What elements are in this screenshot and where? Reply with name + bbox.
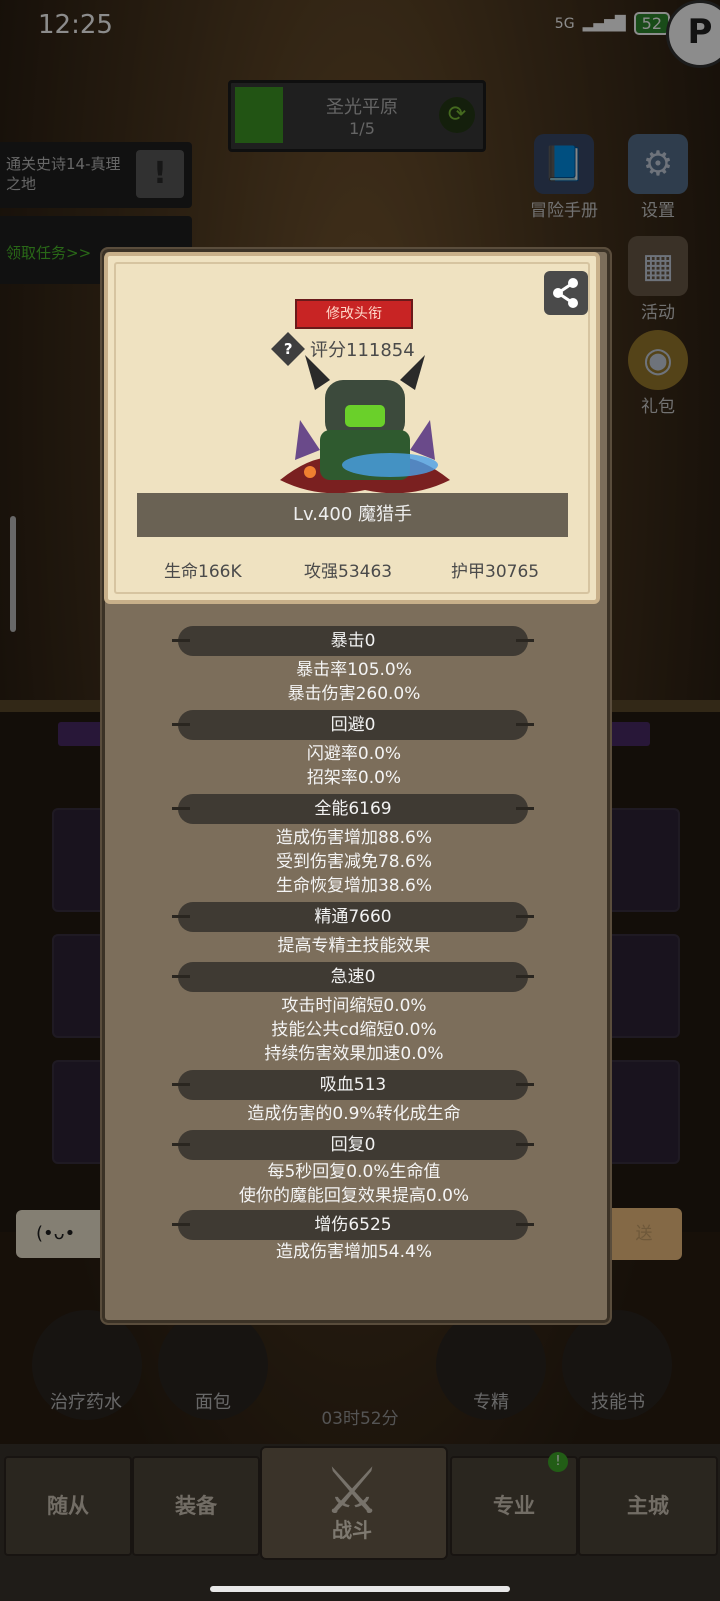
section-avoidance: 回避0 (172, 710, 534, 740)
home-indicator[interactable] (210, 1586, 510, 1592)
stat-line: 受到伤害减免78.6% (275, 852, 432, 872)
stat-line: 生命恢复增加38.6% (275, 876, 432, 896)
stat-line: 使你的魔能回复效果提高0.0% (238, 1186, 470, 1206)
section-versatility: 全能6169 (172, 794, 534, 824)
stat-line: 攻击时间缩短0.0% (281, 996, 427, 1016)
stat-line: 每5秒回复0.0%生命值 (267, 1162, 441, 1182)
section-damage-bonus: 增伤6525 (172, 1210, 534, 1240)
hp-stat: 生命166K (164, 562, 242, 582)
stat-line: 暴击率105.0% (296, 660, 412, 680)
stat-line: 持续伤害效果加速0.0% (264, 1044, 444, 1064)
stat-line: 招架率0.0% (306, 768, 402, 788)
stat-line: 闪避率0.0% (306, 744, 402, 764)
section-leech: 吸血513 (172, 1070, 534, 1100)
stat-line: 造成伤害的0.9%转化成生命 (247, 1104, 461, 1124)
attack-stat: 攻强53463 (304, 562, 393, 582)
section-mastery: 精通7660 (172, 902, 534, 932)
share-button[interactable] (544, 271, 588, 315)
share-icon (553, 278, 578, 308)
section-haste: 急速0 (172, 962, 534, 992)
section-crit: 暴击0 (172, 626, 534, 656)
stat-line: 技能公共cd缩短0.0% (271, 1020, 437, 1040)
armor-stat: 护甲30765 (451, 562, 540, 582)
stat-line: 提高专精主技能效果 (277, 936, 431, 956)
change-title-button[interactable]: 修改头衔 (295, 299, 413, 329)
stat-line: 暴击伤害260.0% (287, 684, 421, 704)
stat-line: 造成伤害增加88.6% (275, 828, 432, 848)
stat-line: 造成伤害增加54.4% (275, 1242, 432, 1262)
hero-name-bar: Lv.400 魔猎手 (137, 493, 568, 537)
section-regen: 回复0 (172, 1130, 534, 1160)
hero-portrait (280, 355, 450, 494)
